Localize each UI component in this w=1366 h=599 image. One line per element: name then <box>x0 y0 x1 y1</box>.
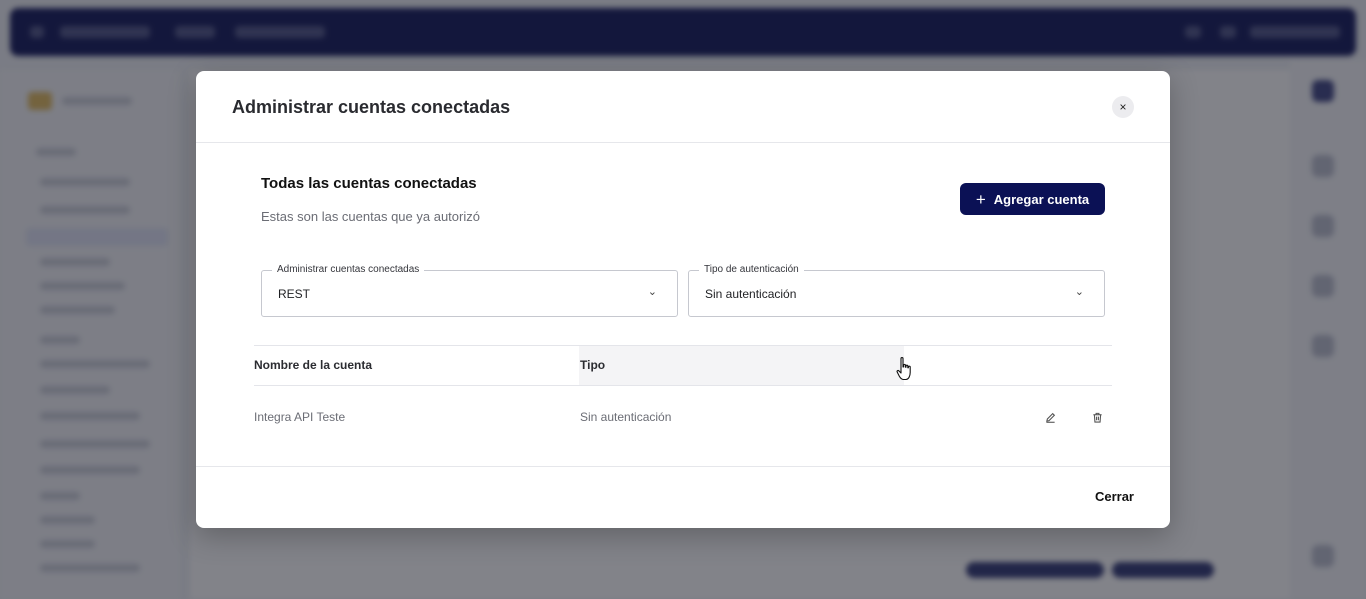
modal-footer: Cerrar <box>196 466 1170 528</box>
column-header-type[interactable]: Tipo <box>579 346 904 385</box>
account-type-label: Administrar cuentas conectadas <box>272 264 425 275</box>
pencil-icon[interactable] <box>1041 408 1059 426</box>
accounts-table: Nombre de la cuenta Tipo Integra API Tes… <box>254 345 1112 447</box>
table-row: Integra API Teste Sin autenticación <box>254 386 1112 447</box>
manage-accounts-modal: Administrar cuentas conectadas × Todas l… <box>196 71 1170 528</box>
section-subtitle: Estas son las cuentas que ya autorizó <box>261 209 480 224</box>
table-header: Nombre de la cuenta Tipo <box>254 345 1112 386</box>
auth-type-label: Tipo de autenticación <box>699 264 804 275</box>
close-button[interactable]: Cerrar <box>1095 489 1134 504</box>
hand-pointer-icon <box>896 357 911 381</box>
account-type-cell: Sin autenticación <box>580 410 672 424</box>
auth-type-value: Sin autenticación <box>705 287 797 301</box>
trash-icon[interactable] <box>1088 408 1106 426</box>
add-account-button[interactable]: + Agregar cuenta <box>960 183 1105 215</box>
section-title: Todas las cuentas conectadas <box>261 175 477 192</box>
close-icon[interactable]: × <box>1112 96 1134 118</box>
chevron-down-icon: ⌄ <box>647 286 657 298</box>
modal-title: Administrar cuentas conectadas <box>232 97 511 117</box>
account-type-select[interactable]: Administrar cuentas conectadas REST ⌄ <box>261 264 678 317</box>
account-type-value: REST <box>278 287 311 301</box>
modal-header: Administrar cuentas conectadas × <box>196 71 1170 143</box>
column-header-name[interactable]: Nombre de la cuenta <box>254 346 579 385</box>
chevron-down-icon: ⌄ <box>1074 286 1084 298</box>
plus-icon: + <box>975 189 986 209</box>
auth-type-select[interactable]: Tipo de autenticación Sin autenticación … <box>688 264 1105 317</box>
account-name-cell: Integra API Teste <box>254 410 346 424</box>
add-account-label: Agregar cuenta <box>993 191 1090 207</box>
